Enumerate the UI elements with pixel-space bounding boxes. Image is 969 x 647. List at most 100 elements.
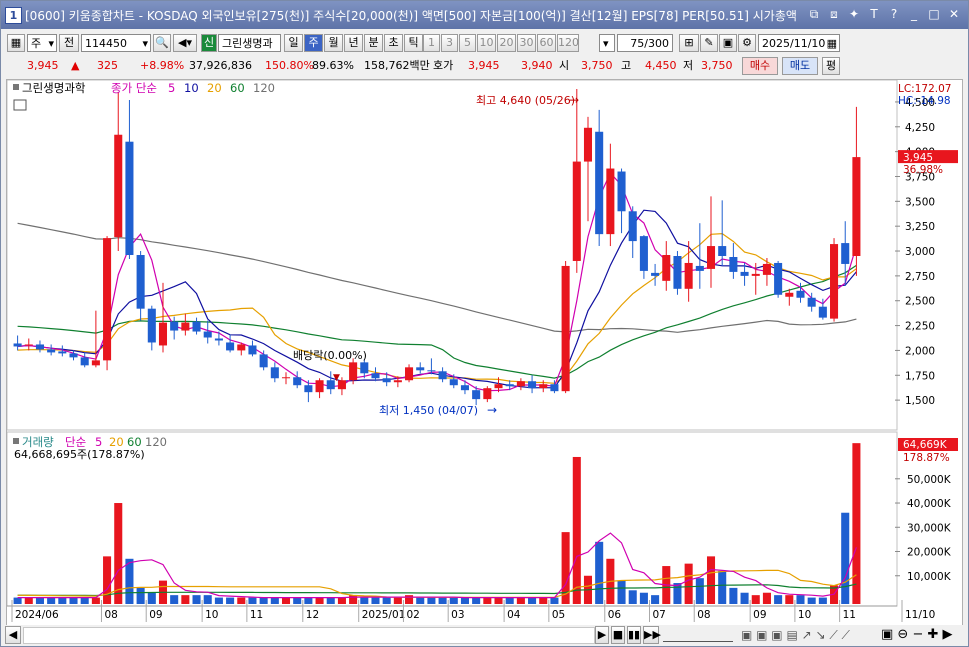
link-icon[interactable]: ⧈ (826, 6, 842, 22)
volume-bar (360, 597, 369, 604)
period-tab-4[interactable]: 분 (364, 34, 383, 52)
candle-body (360, 362, 369, 374)
volume-bar (337, 597, 346, 604)
maximize-icon[interactable]: □ (926, 6, 942, 22)
sell-button[interactable]: 매도 (782, 57, 818, 75)
volume-bar (80, 597, 89, 604)
candle-body (606, 168, 615, 235)
count-input[interactable]: 75/300 (617, 34, 673, 52)
period-tab-3[interactable]: 년 (344, 34, 363, 52)
candle-body (494, 384, 503, 389)
draw-tool-icon[interactable]: ✎ (700, 34, 718, 52)
chart-area[interactable]: 4,5004,2504,0003,7503,5003,2503,0002,750… (6, 79, 963, 627)
price-tick-label: 2,000 (905, 345, 935, 357)
interval-tab-120[interactable]: 120 (557, 34, 579, 52)
layout-button[interactable]: ▦ (7, 34, 25, 52)
volume-bar (785, 595, 794, 604)
title-bar-buttons: ⧉ ⧈ ✦ T? _ □ ✕ (806, 6, 962, 22)
candle-body (830, 244, 839, 319)
candle-body (214, 338, 223, 341)
period-select[interactable]: 주 ▾ (27, 34, 57, 52)
stop-icon[interactable]: ■ (611, 626, 625, 644)
volume-bar (528, 597, 537, 604)
volume-bar (58, 597, 67, 604)
volume-ratio: 150.80% (265, 59, 314, 72)
price-volume-chart[interactable]: 4,5004,2504,0003,7503,5003,2503,0002,750… (6, 79, 962, 626)
interval-tab-30[interactable]: 30 (517, 34, 536, 52)
candle-body (651, 272, 660, 276)
minimize-icon[interactable]: _ (906, 6, 922, 22)
date-input[interactable]: 2025/11/10 ▦ (758, 34, 840, 52)
price-tick-label: 2,750 (905, 271, 935, 283)
pin-icon[interactable]: ✦ (846, 6, 862, 22)
bottom-scrollbar[interactable]: ◀ ▶ ■ ▮▮ ▶▶ ▣ ▣ ▣ ▤ ↗ ↘ ⟋ ⟋ ▣ ⊖ − ✚ ▶ (1, 625, 968, 645)
zoom-controls[interactable]: ▣ ⊖ − ✚ ▶ (881, 626, 965, 644)
scroll-left-icon[interactable]: ◀ (5, 626, 21, 644)
title-bar[interactable]: 1 [0600] 키움종합차트 - KOSDAQ 외국인보유[275(천)] 주… (1, 1, 968, 29)
sound-icon[interactable]: ◀▾ (173, 34, 197, 52)
restore-icon[interactable]: ⧉ (806, 6, 822, 22)
save-icon[interactable]: ▣ (719, 34, 737, 52)
period-tab-0[interactable]: 일 (284, 34, 303, 52)
volume-bar (226, 597, 235, 604)
volume-tick-label: 20,000K (907, 547, 952, 559)
gear-icon[interactable]: ⚙ (738, 34, 756, 52)
interval-tab-5[interactable]: 5 (459, 34, 476, 52)
volume-bar (617, 580, 626, 604)
search-icon[interactable]: 🔍 (153, 34, 171, 52)
dropdown-arrow[interactable]: ▾ (599, 34, 615, 52)
candle-body (483, 388, 492, 400)
stock-code-input[interactable]: 114450 ▾ (81, 34, 151, 52)
open-label: 시 (559, 59, 570, 72)
interval-tab-10[interactable]: 10 (477, 34, 496, 52)
text-icon[interactable]: T (866, 6, 882, 22)
prev-button[interactable]: 전 (59, 34, 79, 52)
interval-tab-3[interactable]: 3 (441, 34, 458, 52)
lc-label: LC:172.07 (898, 83, 951, 95)
legend-vol-ma-2: 60 (127, 435, 142, 449)
scroll-track[interactable] (23, 627, 595, 644)
legend-vol-ma-0: 5 (95, 435, 102, 449)
candle-body (807, 297, 816, 307)
close-icon[interactable]: ✕ (946, 6, 962, 22)
period-tab-6[interactable]: 틱 (404, 34, 423, 52)
interval-tab-20[interactable]: 20 (497, 34, 516, 52)
period-tab-5[interactable]: 초 (384, 34, 403, 52)
legend-ma-60: 60 (230, 81, 245, 95)
interval-tab-1[interactable]: 1 (423, 34, 440, 52)
volume-bar (438, 597, 447, 604)
buy-button[interactable]: 매수 (742, 57, 778, 75)
volume-bar (304, 597, 313, 604)
volume-bar (852, 443, 861, 604)
candle-body (382, 378, 391, 383)
fast-forward-icon[interactable]: ▶▶ (643, 626, 661, 644)
period-tab-1[interactable]: 주 (304, 34, 323, 52)
candle-body (516, 381, 525, 387)
volume-bar (483, 597, 492, 604)
candle-body (293, 377, 302, 386)
help-icon[interactable]: ? (886, 6, 902, 22)
volume-bar (270, 597, 279, 604)
candle-body (438, 371, 447, 380)
volume-bar (35, 597, 44, 604)
pause-icon[interactable]: ▮▮ (627, 626, 641, 644)
volume-bar (494, 597, 503, 604)
view-tools-icons[interactable]: ▣ ▣ ▣ ▤ ↗ ↘ ⟋ ⟋ (741, 626, 861, 644)
candle-body (58, 351, 67, 354)
interval-tab-60[interactable]: 60 (537, 34, 556, 52)
period-tab-2[interactable]: 월 (324, 34, 343, 52)
volume-bar (807, 597, 816, 604)
volume-bar (91, 597, 100, 604)
high-price: 4,450 (645, 59, 677, 72)
candle-body (13, 343, 22, 347)
candle-body (617, 171, 626, 212)
play-icon[interactable]: ▶ (595, 626, 609, 644)
pyeong-button[interactable]: 평 (822, 57, 840, 75)
x-tick-label: 07 (653, 609, 666, 621)
zoom-slider[interactable] (663, 628, 733, 642)
volume-tick-label: 30,000K (907, 522, 952, 534)
candle-body (740, 271, 749, 276)
shin-badge[interactable]: 신 (201, 34, 217, 52)
chart-tool-icon[interactable]: ⊞ (679, 34, 699, 52)
x-tick-label: 05 (552, 609, 565, 621)
